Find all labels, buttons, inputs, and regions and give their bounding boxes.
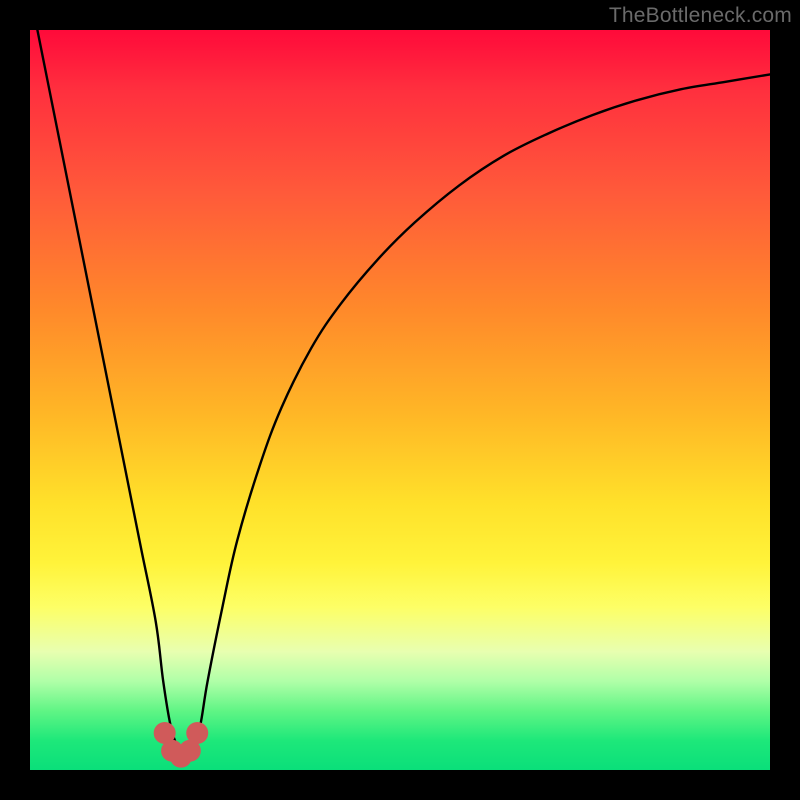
bottom-cluster: [154, 722, 209, 768]
plot-area: [30, 30, 770, 770]
bottleneck-curve: [37, 30, 770, 755]
cluster-dot: [186, 722, 208, 744]
curve-layer: [30, 30, 770, 770]
watermark-text: TheBottleneck.com: [609, 4, 792, 28]
chart-frame: TheBottleneck.com: [0, 0, 800, 800]
